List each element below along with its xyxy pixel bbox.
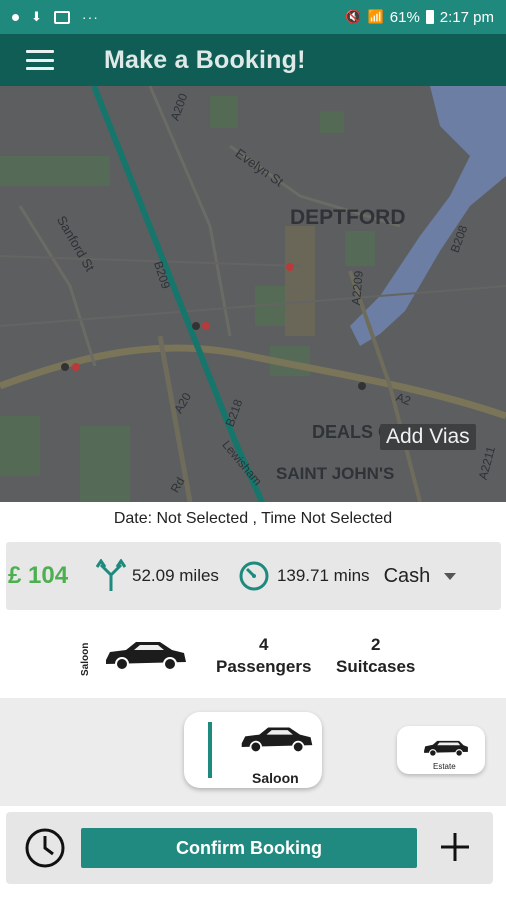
duration-metric: 139.71 mins: [237, 559, 370, 593]
dropdown-arrow-icon: [444, 572, 457, 580]
park-area: [0, 416, 40, 476]
vehicle-option-saloon[interactable]: Saloon: [184, 712, 322, 788]
menu-icon[interactable]: [26, 50, 54, 70]
image-icon: [53, 10, 70, 24]
vehicle-info: Saloon 4 Passengers 2 Suitcases: [0, 622, 506, 692]
vehicle-type-label: Saloon: [80, 642, 91, 676]
battery-percent: 61%: [389, 8, 420, 26]
selected-indicator: [208, 722, 212, 778]
park-area: [345, 231, 375, 266]
minor-road: [0, 255, 301, 267]
park-area: [210, 96, 238, 128]
vehicle-option-estate[interactable]: Estate: [397, 726, 485, 774]
distance-metric: 52.09 miles: [96, 559, 219, 593]
status-bar: ⬇ ··· 🔇 📶 61% 2:17 pm: [0, 0, 506, 34]
date-time-text[interactable]: Date: Not Selected , Time Not Selected: [0, 510, 506, 528]
map-label: DEPTFORD: [290, 206, 406, 229]
park-area: [0, 156, 110, 186]
road-sanford: [18, 205, 97, 367]
passengers-label: Passengers: [216, 657, 312, 676]
wifi-icon: 📶: [367, 9, 384, 24]
map-label: SAINT JOHN'S: [276, 464, 395, 483]
more-notifications-icon: ···: [81, 9, 99, 25]
vehicle-carousel[interactable]: Saloon Estate: [0, 698, 506, 806]
park-area: [80, 426, 130, 502]
confirm-booking-button[interactable]: Confirm Booking: [81, 828, 417, 868]
add-vias-button[interactable]: Add Vias: [380, 424, 476, 450]
passengers-info: 4 Passengers: [216, 634, 311, 678]
payment-method-select[interactable]: Cash: [384, 565, 457, 588]
app-bar: Make a Booking!: [0, 34, 506, 86]
download-icon: ⬇: [31, 9, 42, 24]
page-title: Make a Booking!: [104, 45, 306, 74]
notification-icon: [12, 13, 19, 21]
route-fork-icon: [96, 559, 126, 591]
map-label: A2209: [348, 270, 366, 306]
plus-icon[interactable]: [438, 830, 472, 864]
schedule-clock-icon[interactable]: [24, 827, 66, 869]
mute-icon: 🔇: [345, 9, 362, 24]
saloon-car-icon: [106, 642, 186, 671]
passengers-count: 4: [258, 635, 269, 654]
timer-icon: [239, 561, 269, 591]
clock-time: 2:17 pm: [439, 8, 494, 26]
road-a2: [0, 344, 506, 420]
route-map[interactable]: A200 Evelyn St DEPTFORD Sanford St B208 …: [0, 86, 506, 502]
suitcases-count: 2: [370, 635, 381, 654]
payment-method-value: Cash: [383, 564, 431, 587]
saloon-car-icon: [241, 727, 313, 754]
vehicle-option-label: Saloon: [252, 770, 299, 786]
suitcases-info: 2 Suitcases: [336, 634, 415, 678]
estate-car-icon: [424, 740, 468, 757]
vehicle-option-label: Estate: [433, 762, 456, 771]
park-area: [320, 111, 344, 133]
duration-value: 139.71 mins: [276, 566, 370, 585]
district-highlight: [285, 226, 315, 336]
trip-summary: £ 104 52.09 miles 139.71 mins Cash: [6, 542, 501, 610]
booking-actions: Confirm Booking: [6, 812, 493, 884]
distance-value: 52.09 miles: [132, 566, 219, 585]
price-label: £ 104: [8, 562, 69, 589]
suitcases-label: Suitcases: [336, 657, 416, 676]
battery-icon: [425, 10, 434, 24]
